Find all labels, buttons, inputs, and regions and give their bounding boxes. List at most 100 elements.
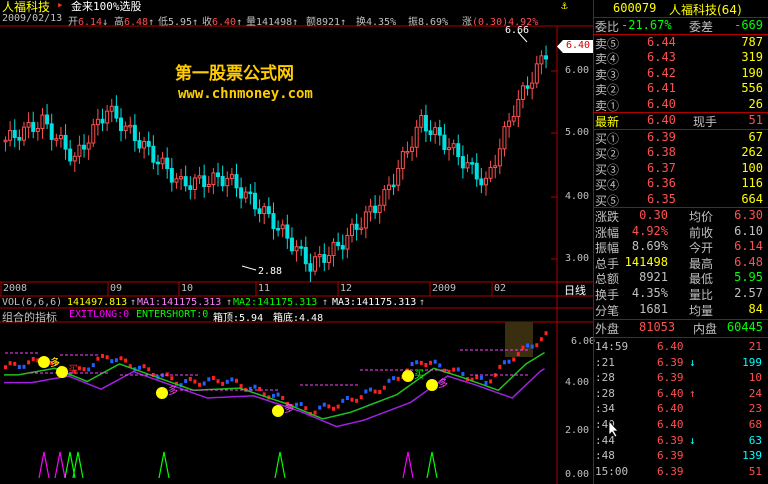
outer-inner-row: 外盘 81053 内盘 60445 bbox=[595, 320, 763, 336]
stat-l1: 换手 bbox=[595, 288, 620, 302]
tick-volume: 21 bbox=[748, 340, 762, 353]
stat-v1: 0.30 bbox=[639, 208, 668, 222]
watermark-url: www.chnmoney.com bbox=[178, 86, 313, 102]
stat-v2: 84 bbox=[748, 301, 763, 316]
weibi-row: 委比 -21.67% 委差 -669 bbox=[595, 18, 763, 34]
vol-label[interactable]: VOL(6,6,6) bbox=[2, 297, 62, 308]
signal-mark-label: 多 bbox=[168, 384, 178, 397]
order-volume: 664 bbox=[741, 191, 763, 206]
order-volume: 787 bbox=[741, 35, 763, 49]
order-price: 6.36 bbox=[647, 176, 676, 191]
tick-price: 6.40 bbox=[657, 340, 684, 353]
stat-l1: 分笔 bbox=[595, 303, 620, 318]
tick-row[interactable]: 15:00 6.39 51 bbox=[593, 465, 768, 480]
order-price: 6.44 bbox=[647, 35, 676, 49]
order-price: 6.39 bbox=[647, 130, 676, 144]
box-top-value: 箱顶:5.94 bbox=[213, 313, 264, 324]
tick-time: :34 bbox=[595, 402, 615, 416]
period-button[interactable]: 日线 bbox=[558, 282, 592, 297]
signal-smiley-icon bbox=[156, 387, 168, 399]
tick-row[interactable]: 14:59 6.40 21 bbox=[593, 340, 768, 355]
tick-price: 6.39 bbox=[657, 464, 684, 478]
x-tick-label: 10 bbox=[181, 283, 194, 294]
tick-time: :28 bbox=[595, 371, 615, 385]
stat-v2: 2.57 bbox=[734, 286, 763, 300]
chart-canvas[interactable]: 多买多多买多 bbox=[0, 0, 593, 484]
x-tick-label: 2009 bbox=[432, 283, 457, 294]
tick-row[interactable]: :21 6.39 ↓ 199 bbox=[593, 356, 768, 371]
stat-l1: 总额 bbox=[595, 272, 620, 287]
vol-ma3-arrow-icon: ↑ bbox=[419, 297, 426, 308]
signal-smiley-icon bbox=[402, 370, 414, 382]
stat-l2: 今开 bbox=[689, 241, 714, 256]
vol-ma2-arrow-icon: ↑ bbox=[322, 297, 329, 308]
tick-price: 6.39 bbox=[657, 449, 684, 463]
stat-l1: 总手 bbox=[595, 256, 620, 271]
order-volume: 190 bbox=[741, 65, 763, 80]
tick-row[interactable]: :28 6.40 ↑ 24 bbox=[593, 387, 768, 402]
stat-v2: 6.48 bbox=[734, 254, 763, 269]
tick-direction-icon: ↓ bbox=[689, 433, 696, 447]
stat-v1: 4.92% bbox=[631, 223, 668, 238]
entershort-value: ENTERSHORT:0 bbox=[136, 309, 209, 320]
order-price: 6.42 bbox=[647, 65, 676, 80]
signal-mark-label: 买 bbox=[414, 369, 424, 381]
stat-l1: 振幅 bbox=[595, 241, 620, 256]
inner-value: 60445 bbox=[726, 320, 763, 334]
order-volume: 116 bbox=[741, 176, 763, 191]
indicator-label[interactable]: 组合的指标 bbox=[2, 309, 57, 325]
stat-l2: 最低 bbox=[689, 272, 714, 287]
stat-v1: 4.35% bbox=[631, 286, 668, 300]
signal-mark-label: 多 bbox=[438, 377, 448, 390]
y-tick-label: 4.00 bbox=[565, 377, 590, 388]
tick-direction-icon: ↑ bbox=[689, 386, 696, 400]
current-vol: 51 bbox=[748, 113, 763, 127]
stat-v2: 5.95 bbox=[734, 270, 763, 285]
tick-price: 6.39 bbox=[657, 433, 684, 447]
watermark-title: 第一股票公式网 bbox=[175, 64, 294, 84]
tick-time: :21 bbox=[595, 355, 615, 369]
stat-row: 换手 4.35% 量比 2.57 bbox=[593, 286, 768, 303]
x-tick-label: 12 bbox=[340, 283, 353, 294]
tick-time: 14:59 bbox=[595, 340, 629, 353]
stat-row: 总额 8921 最低 5.95 bbox=[593, 270, 768, 287]
x-axis-labels: 2008 09 10 11 12 2009 02 bbox=[0, 283, 557, 295]
tick-time: 15:00 bbox=[595, 464, 629, 478]
tick-price: 6.40 bbox=[657, 386, 684, 400]
tick-row[interactable]: :48 6.39 139 bbox=[593, 449, 768, 464]
stat-l1: 涨幅 bbox=[595, 225, 620, 240]
tick-volume: 63 bbox=[748, 433, 762, 447]
x-tick-label: 2008 bbox=[3, 283, 28, 294]
signal-mark-label: 多 bbox=[50, 356, 60, 369]
stat-v2: 6.10 bbox=[734, 223, 763, 238]
tick-price: 6.39 bbox=[657, 355, 684, 369]
y-tick-label: 3.00 bbox=[565, 253, 590, 264]
stat-row: 分笔 1681 均量 84 bbox=[593, 302, 768, 319]
lower-y-axis: 4.00 2.00 0.00 6.00 bbox=[557, 322, 595, 484]
tick-volume: 199 bbox=[742, 355, 762, 369]
stat-row: 涨幅 4.92% 前收 6.10 bbox=[593, 224, 768, 241]
vol-value: 141497.813 bbox=[67, 297, 128, 308]
tick-row[interactable]: :34 6.40 23 bbox=[593, 402, 768, 417]
tick-volume: 51 bbox=[748, 464, 762, 478]
signal-mark-label: 买 bbox=[68, 364, 78, 376]
x-tick-label: 09 bbox=[110, 283, 123, 294]
tick-volume: 139 bbox=[742, 449, 762, 463]
stat-row: 振幅 8.69% 今开 6.14 bbox=[593, 239, 768, 256]
quote-header: 600079 人福科技(64) bbox=[593, 0, 768, 17]
order-price: 6.41 bbox=[647, 81, 676, 96]
stat-v2: 6.14 bbox=[734, 239, 763, 254]
signal-smiley-icon bbox=[426, 379, 438, 391]
tick-row[interactable]: :28 6.39 10 bbox=[593, 371, 768, 386]
y-tick-label: 0.00 bbox=[565, 469, 590, 480]
stat-row: 涨跌 0.30 均价 6.30 bbox=[593, 208, 768, 225]
order-volume: 67 bbox=[748, 130, 763, 144]
vol-ma1-arrow-icon: ↑ bbox=[226, 297, 233, 308]
order-price: 6.38 bbox=[647, 145, 676, 160]
indicator-series: 多买多多买多 bbox=[4, 322, 548, 479]
tick-time: :28 bbox=[595, 386, 615, 400]
tick-price: 6.40 bbox=[657, 418, 684, 431]
order-volume: 26 bbox=[748, 96, 763, 111]
order-price: 6.35 bbox=[647, 191, 676, 206]
tick-price: 6.39 bbox=[657, 371, 684, 385]
